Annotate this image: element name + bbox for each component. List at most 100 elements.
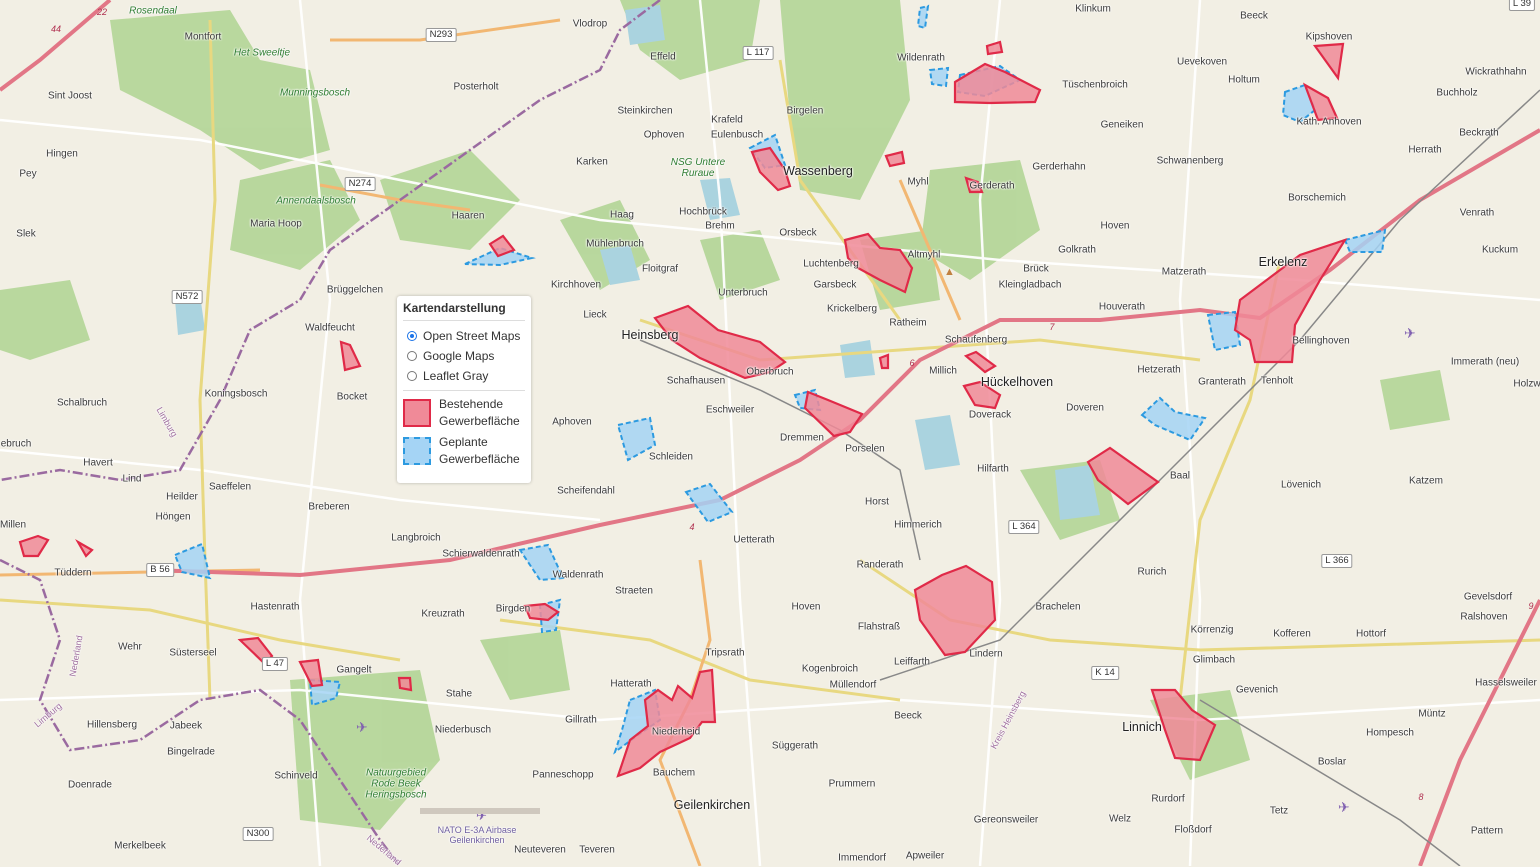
place-label: Kath. Anhoven	[1296, 116, 1362, 128]
road-number: 44	[50, 24, 62, 34]
place-label: Schleiden	[649, 451, 693, 463]
legend-item-label: Bestehende	[439, 397, 504, 411]
radio-google[interactable]	[407, 351, 417, 361]
road-shield: K 14	[1091, 666, 1119, 680]
place-label: Bellinghoven	[1292, 335, 1350, 347]
place-label: Stahe	[445, 688, 473, 700]
place-label: Waldenrath	[552, 569, 604, 581]
basemap-option-osm[interactable]: Open Street Maps	[403, 326, 525, 346]
place-label: Lindern	[969, 648, 1003, 660]
place-label: Natuurgebied Rode Beek Heringsbosch	[365, 767, 427, 801]
place-label: Holzw	[1513, 378, 1540, 390]
basemap-option-label: Google Maps	[423, 349, 495, 363]
place-label: Teveren	[579, 844, 615, 856]
basemap-option-leaflet-gray[interactable]: Leaflet Gray	[403, 366, 525, 386]
place-label: Niederheid	[651, 726, 701, 738]
place-label: Bingelrade	[167, 746, 215, 758]
place-label: Dremmen	[780, 432, 824, 444]
road-shield: B 56	[146, 563, 174, 577]
place-label: Gangelt	[336, 664, 372, 676]
place-label: Rurich	[1137, 566, 1167, 578]
place-label: NATO E-3A Airbase Geilenkirchen	[437, 825, 517, 845]
road-shield: N293	[425, 28, 457, 42]
basemap-option-google[interactable]: Google Maps	[403, 346, 525, 366]
place-label: Buchholz	[1436, 87, 1478, 99]
place-label: Ratheim	[889, 317, 927, 329]
place-label: Lieck	[583, 309, 607, 321]
place-label: Geneiken	[1100, 119, 1144, 131]
place-label: Klinkum	[1075, 3, 1111, 15]
place-label: Brück	[1023, 263, 1049, 275]
runway	[420, 808, 540, 814]
existing-area-swatch	[403, 399, 431, 427]
place-label: Vlodrop	[572, 18, 608, 30]
place-label: Boslar	[1317, 756, 1347, 768]
place-label: Hingen	[46, 148, 78, 160]
place-label: Schalbruch	[56, 397, 108, 409]
place-label: Horst	[865, 496, 889, 508]
place-label: Garsbeck	[813, 279, 857, 291]
place-label: Munningsbosch	[279, 87, 351, 99]
place-label: Bocket	[336, 391, 368, 403]
place-label: Doenrade	[68, 779, 112, 791]
place-label: Geilenkirchen	[673, 798, 751, 812]
place-label: Krafeld	[711, 114, 743, 126]
map-canvas[interactable]: ▲ ✈ ✈ ✈ ✈ Heinsberg Hückelhoven Erkelenz…	[0, 0, 1540, 867]
place-label: Süggerath	[771, 740, 819, 752]
place-label: Ophoven	[643, 129, 685, 141]
place-label: ebruch	[0, 438, 32, 450]
place-label: Matzerath	[1161, 266, 1207, 278]
place-label: Bauchem	[652, 767, 696, 779]
place-label: Kofferen	[1273, 628, 1311, 640]
place-label: Hottorf	[1355, 628, 1387, 640]
place-label: Schierwaldenrath	[442, 548, 520, 560]
radio-leaflet-gray[interactable]	[407, 371, 417, 381]
place-label: Holtum	[1228, 74, 1260, 86]
place-label: Baal	[1169, 470, 1191, 482]
place-label: Herrath	[1408, 144, 1442, 156]
place-label: Eulenbusch	[710, 129, 764, 141]
legend-item-planned: Geplante Gewerbefläche	[403, 434, 525, 468]
place-label: Straeten	[615, 585, 653, 597]
place-label: Houverath	[1098, 301, 1146, 313]
place-label: Waldfeucht	[305, 322, 355, 334]
legend-divider	[403, 390, 525, 391]
road-shield: N300	[242, 827, 274, 841]
place-label: Gerderath	[969, 180, 1015, 192]
basemap-option-label: Leaflet Gray	[423, 369, 489, 383]
place-label: Kleingladbach	[998, 279, 1062, 291]
radio-osm[interactable]	[407, 331, 417, 341]
place-label: Jabeek	[169, 720, 203, 732]
place-label: Pey	[19, 168, 37, 180]
place-label: Borschemich	[1288, 192, 1346, 204]
place-label: Rurdorf	[1151, 793, 1185, 805]
place-label: Heinsberg	[621, 328, 679, 342]
place-label: Lind	[122, 473, 142, 485]
road-number: 9	[1528, 601, 1534, 611]
place-label: Hastenrath	[250, 601, 300, 613]
place-label: Panneschopp	[532, 769, 594, 781]
place-label: Gevelsdorf	[1463, 591, 1513, 603]
place-label: Floitgraf	[641, 263, 679, 275]
place-label: Wildenrath	[897, 52, 945, 64]
place-label: Gereonsweiler	[973, 814, 1039, 826]
place-label: Gerderhahn	[1032, 161, 1086, 173]
place-label: Hillensberg	[86, 719, 138, 731]
place-label: Unterbruch	[718, 287, 768, 299]
place-label: Haag	[610, 209, 634, 221]
place-label: Wassenberg	[783, 164, 853, 178]
place-label: NSG Untere Ruraue	[670, 157, 726, 179]
place-label: Langbroich	[391, 532, 441, 544]
place-label: Koningsbosch	[204, 388, 268, 400]
place-label: Welz	[1108, 813, 1132, 825]
place-label: Hückelhoven	[980, 375, 1054, 389]
place-label: Kirchhoven	[550, 279, 602, 291]
place-label: Hasselsweiler	[1475, 677, 1537, 689]
place-label: Posterholt	[453, 81, 499, 93]
place-label: Hochbrück	[679, 206, 727, 218]
place-label: Het Sweeltje	[233, 47, 291, 59]
place-label: Orsbeck	[779, 227, 817, 239]
place-label: Hilfarth	[977, 463, 1009, 475]
place-label: Immerath (neu)	[1450, 356, 1520, 368]
place-label: Venrath	[1459, 207, 1495, 219]
